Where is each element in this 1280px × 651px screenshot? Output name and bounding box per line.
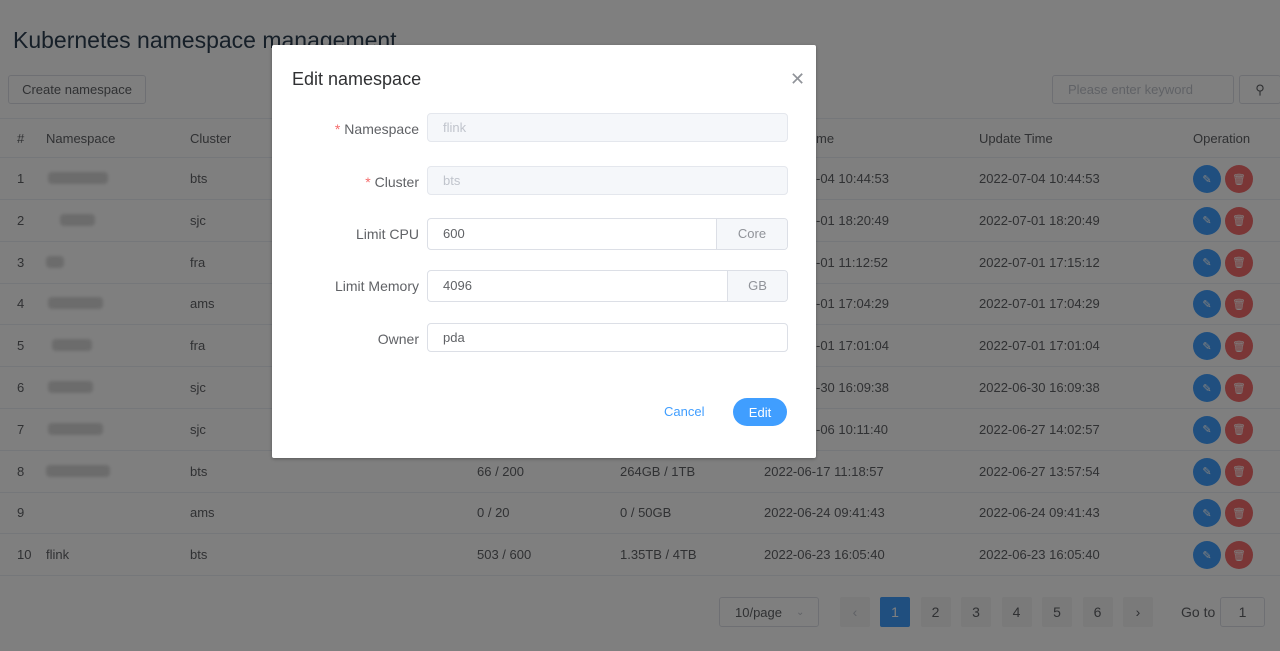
memory-unit: GB xyxy=(727,271,787,301)
cpu-unit: Core xyxy=(716,219,787,249)
owner-field[interactable]: pda xyxy=(427,323,788,352)
limit-memory-field[interactable]: 4096 GB xyxy=(427,270,788,302)
limit-cpu-field[interactable]: 600 Core xyxy=(427,218,788,250)
limit-memory-label: Limit Memory xyxy=(334,278,419,294)
close-icon[interactable]: ✕ xyxy=(790,69,805,90)
cluster-field[interactable]: bts xyxy=(427,166,788,195)
limit-cpu-label: Limit CPU xyxy=(355,226,419,242)
namespace-label: * Namespace xyxy=(334,121,419,137)
edit-namespace-dialog: Edit namespace ✕ * Namespace flink * Clust… xyxy=(272,45,816,458)
cluster-label: * Cluster xyxy=(365,174,419,190)
namespace-field[interactable]: flink xyxy=(427,113,788,142)
edit-submit-button[interactable]: Edit xyxy=(733,398,787,426)
dialog-title: Edit namespace xyxy=(292,69,422,89)
owner-label: Owner xyxy=(377,331,419,347)
cancel-button[interactable]: Cancel xyxy=(664,404,704,419)
